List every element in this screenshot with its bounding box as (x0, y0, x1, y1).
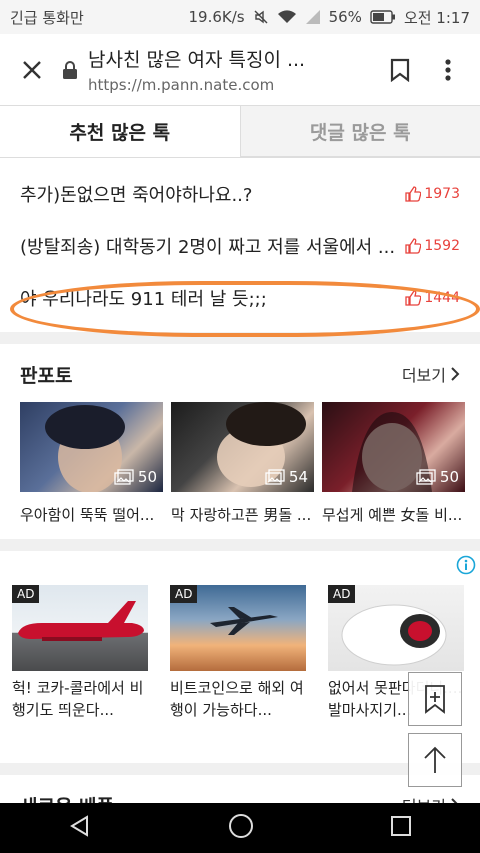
photo-count: 54 (288, 468, 308, 486)
ad-image: AD (170, 585, 306, 671)
list-item[interactable]: 추가)돈없으면 죽어야하나요..? 1973 (20, 168, 460, 220)
photo-caption: 우아함이 뚝뚝 떨어... (20, 506, 155, 524)
item-title: (방탈죄송) 대학동기 2명이 짜고 저를 서울에서 ... (20, 237, 396, 258)
divider (0, 539, 480, 551)
bookmark-icon (390, 58, 410, 82)
like-count: 1592 (424, 238, 460, 254)
recents-button[interactable] (390, 815, 412, 841)
ad-badge: AD (328, 585, 356, 603)
page-url: https://m.pann.nate.com (88, 76, 275, 94)
chevron-right-icon (451, 367, 460, 381)
page-title: 남사친 많은 여자 특징이 ... (88, 49, 306, 71)
ad-image: AD (12, 585, 148, 671)
gallery-icon (416, 469, 436, 485)
photo-thumbnail: 54 (171, 402, 314, 492)
photo-caption: 막 자랑하고픈 男돌 ... (171, 506, 312, 524)
talk-tabs: 추천 많은 톡 댓글 많은 톡 (0, 106, 480, 158)
photo-caption: 무섭게 예쁜 女돌 비... (322, 506, 463, 524)
ad-caption: 비트코인으로 해외 여행이 가능하다... (170, 679, 304, 719)
wifi-icon (277, 9, 297, 25)
photo-card[interactable]: 50 우아함이 뚝뚝 떨어... (20, 402, 163, 525)
panphoto-section: 판포토 더보기 50 우아함이 뚝뚝 떨어... 54 막 자랑하고픈 男돌 .… (0, 344, 480, 525)
clock: 오전 1:17 (403, 8, 470, 27)
ad-badge: AD (12, 585, 40, 603)
photo-thumbnail: 50 (322, 402, 465, 492)
back-triangle-icon (70, 815, 88, 837)
tab-comments[interactable]: 댓글 많은 톡 (239, 106, 480, 157)
like-count: 1444 (424, 290, 460, 306)
battery-percent: 56% (328, 8, 362, 26)
item-title: 야 우리나라도 911 테러 날 듯;;; (20, 289, 267, 310)
battery-icon (370, 10, 396, 24)
network-speed: 19.6K/s (188, 8, 245, 26)
thumbs-up-icon (405, 238, 422, 254)
more-vert-icon (445, 58, 451, 81)
photo-count: 50 (137, 468, 157, 486)
status-bar: 긴급 통화만 19.6K/s 56% 오전 1:17 (0, 0, 480, 34)
list-item[interactable]: (방탈죄송) 대학동기 2명이 짜고 저를 서울에서 ... 1592 (20, 220, 460, 272)
photo-card[interactable]: 54 막 자랑하고픈 男돌 ... (171, 402, 314, 525)
ad-badge: AD (170, 585, 198, 603)
thumbs-up-icon (405, 290, 422, 306)
scroll-top-button[interactable] (408, 733, 462, 787)
browser-toolbar: 남사친 많은 여자 특징이 ... https://m.pann.nate.co… (0, 34, 480, 106)
ad-caption: 헉! 코카-콜라에서 비행기도 띄운다... (12, 679, 144, 719)
back-button[interactable] (68, 814, 92, 842)
home-circle-icon (229, 814, 253, 838)
bookmark-button[interactable] (376, 46, 424, 94)
photo-count: 50 (439, 468, 459, 486)
section-title: 판포토 (20, 364, 73, 387)
thumbs-up-icon (405, 186, 422, 202)
item-title: 추가)돈없으면 죽어야하나요..? (20, 185, 253, 206)
like-count: 1973 (424, 186, 460, 202)
recents-square-icon (391, 816, 411, 836)
tab-recommended[interactable]: 추천 많은 톡 (0, 106, 240, 157)
home-button[interactable] (228, 813, 254, 843)
more-link[interactable]: 더보기 (402, 362, 460, 386)
close-button[interactable] (8, 46, 56, 94)
ad-card[interactable]: AD 비트코인으로 해외 여행이 가능하다... (170, 585, 306, 721)
gallery-icon (114, 469, 134, 485)
divider (0, 332, 480, 344)
photo-card[interactable]: 50 무섭게 예쁜 女돌 비... (322, 402, 465, 525)
more-menu-button[interactable] (424, 46, 472, 94)
bookmark-add-button[interactable] (408, 672, 462, 726)
arrow-up-icon (424, 746, 446, 773)
ad-card[interactable]: AD 헉! 코카-콜라에서 비행기도 띄운다... (12, 585, 148, 721)
close-icon (23, 60, 41, 79)
mute-icon (253, 9, 269, 25)
ad-info-icon[interactable] (456, 555, 476, 579)
carrier-text: 긴급 통화만 (10, 8, 84, 27)
ad-section: AD 헉! 코카-콜라에서 비행기도 띄운다... AD 비트코인으로 해외 여… (0, 551, 480, 763)
ad-image: AD (328, 585, 464, 671)
ranked-list: 추가)돈없으면 죽어야하나요..? 1973 (방탈죄송) 대학동기 2명이 짜… (0, 158, 480, 337)
photo-thumbnail: 50 (20, 402, 163, 492)
lock-icon (56, 60, 84, 80)
gallery-icon (265, 469, 285, 485)
android-navigation-bar (0, 803, 480, 853)
bookmark-add-icon (425, 685, 445, 714)
address-area[interactable]: 남사친 많은 여자 특징이 ... https://m.pann.nate.co… (88, 45, 376, 94)
signal-icon (305, 9, 321, 25)
list-item[interactable]: 야 우리나라도 911 테러 날 듯;;; 1444 (20, 272, 460, 324)
